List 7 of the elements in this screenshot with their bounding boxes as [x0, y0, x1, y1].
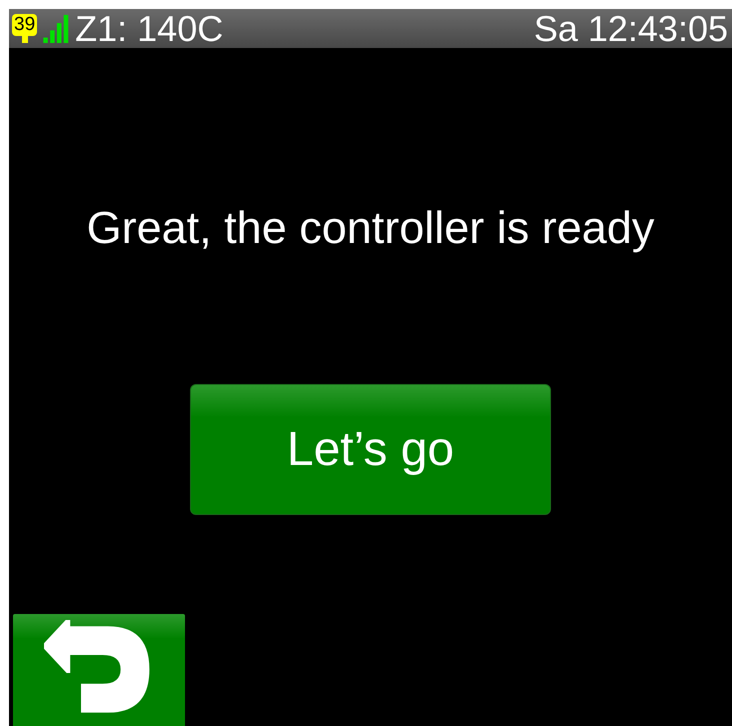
badge-count: 39 — [12, 14, 38, 36]
back-button[interactable] — [13, 614, 185, 726]
signal-icon — [43, 14, 70, 43]
start-button[interactable]: Let’s go — [190, 384, 551, 515]
clock: Sa 12:43:05 — [534, 9, 728, 48]
zone-temperature: Z1: 140C — [75, 9, 224, 48]
status-message: Great, the controller is ready — [86, 202, 654, 254]
